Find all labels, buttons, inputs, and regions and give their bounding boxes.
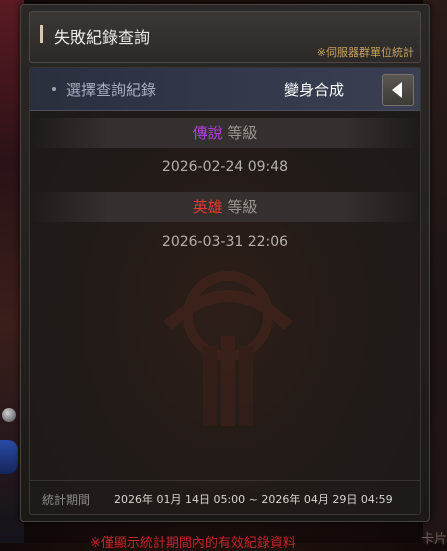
grade-suffix: 等級 (227, 124, 258, 142)
background-right-text: 卡片 (420, 532, 447, 547)
record-date: 2026-03-31 22:06 (161, 234, 289, 250)
bullet-icon (52, 87, 56, 91)
statistics-period-footer: 統計期間 2026年 01月 14日 05:00 ~ 2026年 04月 29日… (30, 480, 420, 515)
selector-value: 變身合成 (284, 81, 345, 99)
record-grade-header: 傳說 等級 (30, 118, 420, 148)
server-group-note: ※伺服器群單位統計 (316, 46, 414, 59)
panel-header: 失敗紀錄查詢 ※伺服器群單位統計 (29, 11, 421, 63)
background-orb-icon (2, 408, 16, 422)
grade-name: 英雄 (192, 198, 223, 216)
grade-name: 傳說 (192, 124, 223, 142)
background-bottom-text: ※僅顯示統計期間內的有效紀錄資料 (90, 536, 296, 551)
selector-toggle-button[interactable] (382, 74, 414, 106)
record-content-area: 選擇查詢紀錄 變身合成 傳說 等級 2026-02-24 09:48 英雄 等級… (29, 67, 421, 515)
arrow-left-icon (392, 82, 402, 98)
record-date: 2026-02-24 09:48 (161, 159, 289, 175)
background-blue-gem-icon (0, 440, 18, 474)
period-range: 2026年 01月 14日 05:00 ~ 2026年 04月 29日 04:5… (114, 493, 393, 506)
record-type-selector[interactable]: 選擇查詢紀錄 變身合成 (30, 68, 420, 111)
header-accent-bar (40, 25, 43, 43)
period-label: 統計期間 (42, 493, 91, 507)
background-emblem-icon (163, 271, 293, 426)
record-grade-header: 英雄 等級 (30, 192, 420, 222)
panel-title: 失敗紀錄查詢 (54, 28, 151, 47)
grade-suffix: 等級 (227, 198, 258, 216)
selector-label: 選擇查詢紀錄 (66, 81, 157, 99)
failure-record-panel: 失敗紀錄查詢 ※伺服器群單位統計 選擇查詢紀錄 變身合成 傳說 等級 2026-… (20, 4, 430, 522)
